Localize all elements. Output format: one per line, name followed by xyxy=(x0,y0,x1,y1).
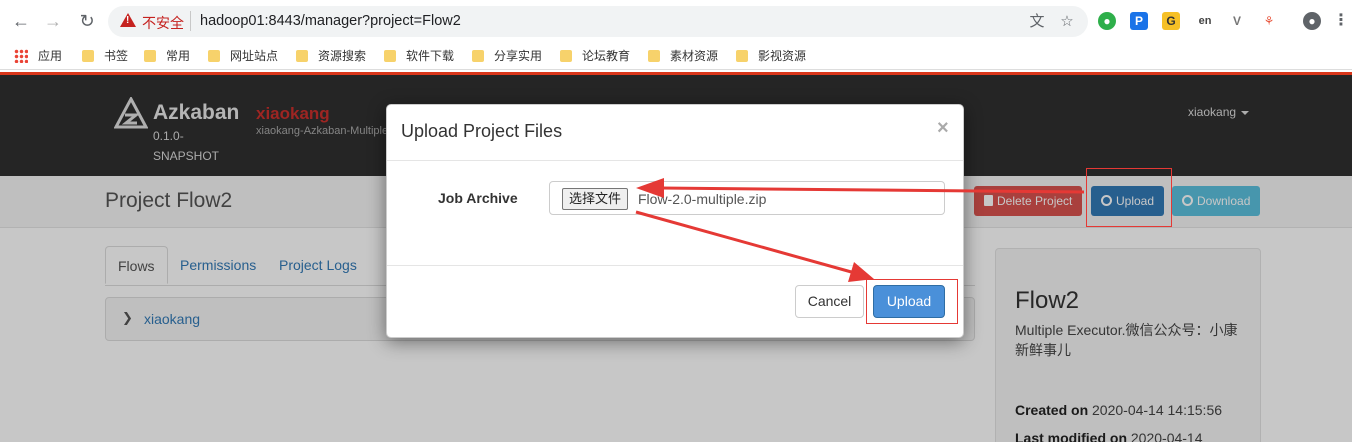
extension-en-icon[interactable]: en xyxy=(1196,12,1214,30)
extension-p-icon[interactable]: P xyxy=(1130,12,1148,30)
back-arrow-icon[interactable]: ← xyxy=(10,10,32,32)
bookmark-folder[interactable]: 论坛教育 xyxy=(560,46,630,66)
folder-icon xyxy=(208,49,220,62)
warning-icon xyxy=(120,13,136,27)
bookmark-folder[interactable]: 分享实用 xyxy=(472,46,542,66)
reload-icon[interactable]: ↻ xyxy=(76,10,98,32)
job-archive-label: Job Archive xyxy=(438,190,518,206)
bookmark-folder[interactable]: 资源搜索 xyxy=(296,46,366,66)
highlight-box-upload xyxy=(1086,168,1172,227)
folder-icon xyxy=(472,49,484,62)
bookmark-folder[interactable]: 书签 xyxy=(82,46,128,66)
folder-icon xyxy=(560,49,572,62)
modal-footer-divider xyxy=(387,265,963,266)
close-icon[interactable]: × xyxy=(937,117,949,140)
security-label[interactable]: 不安全 xyxy=(142,13,184,33)
bookmark-folder[interactable]: 素材资源 xyxy=(648,46,718,66)
translate-icon[interactable]: 文 xyxy=(1028,13,1046,31)
apps-grid-icon xyxy=(14,48,28,63)
bookmark-folder[interactable]: 影视资源 xyxy=(736,46,806,66)
folder-icon xyxy=(82,49,94,62)
forward-arrow-icon[interactable]: → xyxy=(42,10,64,32)
browser-toolbar: ← → ↻ 不安全 hadoop01:8443/manager?project=… xyxy=(0,0,1352,42)
extension-v-icon[interactable]: V xyxy=(1228,12,1246,30)
star-icon[interactable]: ☆ xyxy=(1058,13,1076,31)
job-archive-file-input[interactable]: 选择文件 Flow-2.0-multiple.zip xyxy=(549,181,945,215)
bookmark-folder[interactable]: 网址站点 xyxy=(208,46,278,66)
cancel-button[interactable]: Cancel xyxy=(795,285,864,318)
folder-icon xyxy=(144,49,156,62)
folder-icon xyxy=(736,49,748,62)
folder-icon xyxy=(296,49,308,62)
bookmark-folder[interactable]: 软件下载 xyxy=(384,46,454,66)
bookmark-bar: 应用 书签 常用 网址站点 资源搜索 软件下载 分享实用 论坛教育 素材资源 影… xyxy=(0,42,1352,70)
folder-icon xyxy=(384,49,396,62)
folder-icon xyxy=(648,49,660,62)
url-divider xyxy=(190,11,191,31)
bookmark-apps[interactable]: 应用 xyxy=(14,46,62,66)
profile-icon[interactable]: ● xyxy=(1303,12,1321,30)
highlight-box-modal-upload xyxy=(866,279,958,324)
selected-file-name: Flow-2.0-multiple.zip xyxy=(638,191,767,207)
menu-dots-icon[interactable]: ⋮ xyxy=(1332,12,1350,30)
extension-green-icon[interactable]: ● xyxy=(1098,12,1116,30)
modal-title: Upload Project Files xyxy=(401,121,563,141)
choose-file-button[interactable]: 选择文件 xyxy=(562,188,629,210)
extension-g-icon[interactable]: G xyxy=(1162,12,1180,30)
bookmark-folder[interactable]: 常用 xyxy=(144,46,190,66)
url-text[interactable]: hadoop01:8443/manager?project=Flow2 xyxy=(200,13,461,29)
address-bar[interactable]: 不安全 hadoop01:8443/manager?project=Flow2 … xyxy=(108,6,1088,37)
modal-header-divider xyxy=(387,160,963,161)
extension-share-icon[interactable]: ⚘ xyxy=(1260,12,1278,30)
